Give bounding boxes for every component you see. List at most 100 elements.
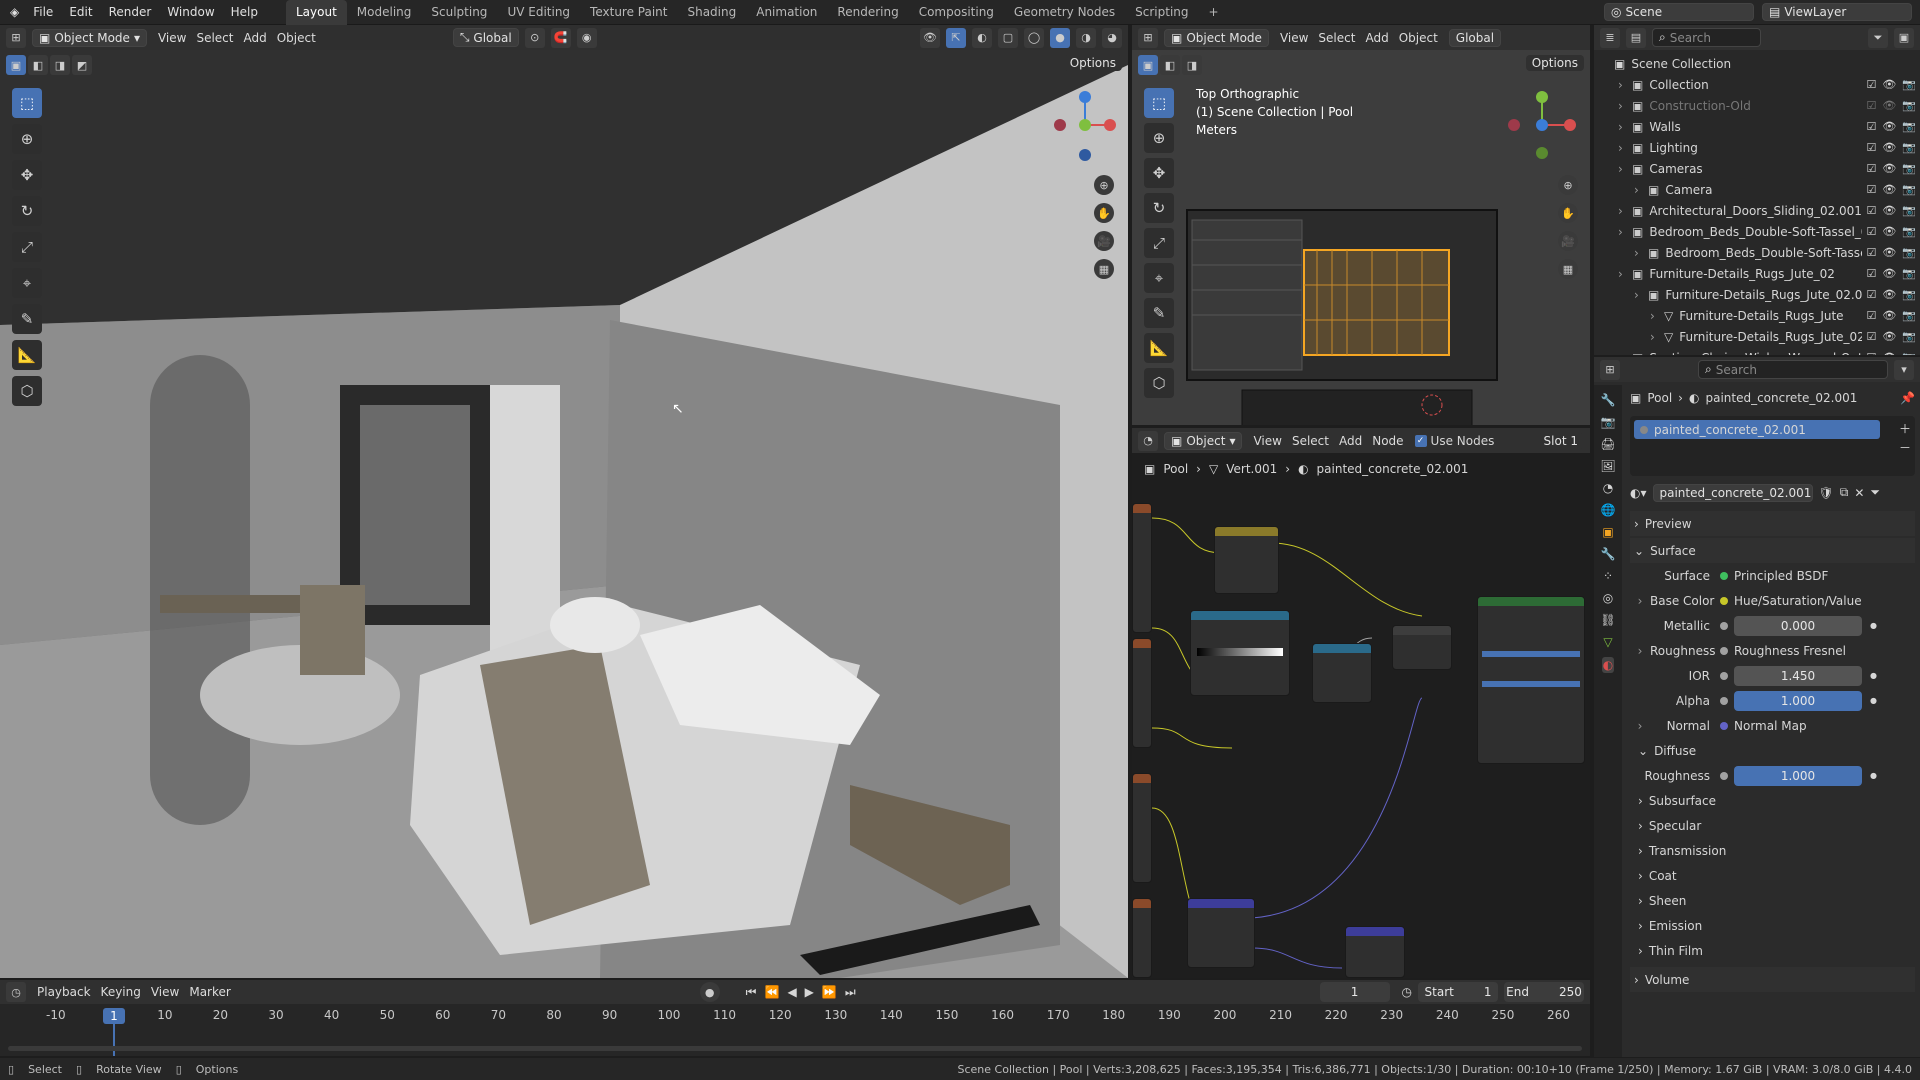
outliner-item[interactable]: › ▣ Collection ☑ 👁 📷 xyxy=(1594,74,1920,95)
move-tool-icon[interactable]: ✥ xyxy=(12,160,42,190)
rotate-tool-icon[interactable]: ↻ xyxy=(12,196,42,226)
gizmo-icon[interactable]: ⇱ xyxy=(946,27,966,48)
section-transmission[interactable]: › Transmission xyxy=(1630,838,1915,863)
image-texture-node[interactable] xyxy=(1132,638,1152,748)
socket-icon[interactable] xyxy=(1720,571,1728,580)
chevron-right-icon[interactable]: › xyxy=(1618,78,1632,92)
section-sheen[interactable]: › Sheen xyxy=(1630,888,1915,913)
chevron-right-icon[interactable]: › xyxy=(1618,120,1632,134)
remove-slot-icon[interactable]: － xyxy=(1899,439,1911,456)
tab-uv-editing[interactable]: UV Editing xyxy=(497,0,580,25)
chevron-right-icon[interactable]: › xyxy=(1630,644,1650,658)
normal-map-node[interactable] xyxy=(1187,898,1255,968)
output-tab-icon[interactable]: 🖨 xyxy=(1600,437,1615,451)
viewport-top-menu-add[interactable]: Add xyxy=(1360,31,1393,45)
close-icon[interactable]: ✕ xyxy=(1854,486,1864,500)
scene-tab-icon[interactable]: ◔ xyxy=(1603,481,1613,495)
scale-tool-icon[interactable]: ⤢ xyxy=(12,232,42,262)
outliner-item[interactable]: › ▣ Camera ☑ 👁 📷 xyxy=(1594,179,1920,200)
prop-link-normal[interactable]: Normal Map xyxy=(1734,719,1807,733)
camera-icon[interactable]: 📷 xyxy=(1902,99,1916,112)
blender-logo-icon[interactable]: ◈ xyxy=(0,0,25,25)
camera-icon[interactable]: 📷 xyxy=(1902,225,1916,238)
outliner-editor-icon[interactable]: ≣ xyxy=(1600,27,1620,48)
add-workspace-button[interactable]: + xyxy=(1199,0,1229,25)
checkbox-icon[interactable]: ☑ xyxy=(1866,183,1876,196)
menu-help[interactable]: Help xyxy=(223,0,266,25)
camera-view-icon[interactable]: 🎥 xyxy=(1558,231,1578,251)
duplicate-icon[interactable]: ⧉ xyxy=(1840,485,1849,500)
color-ramp-node[interactable] xyxy=(1190,610,1290,696)
data-tab-icon[interactable]: ▽ xyxy=(1603,635,1612,649)
move-tool-icon[interactable]: ✥ xyxy=(1144,158,1174,188)
camera-icon[interactable]: 📷 xyxy=(1902,267,1916,280)
ortho-grid-icon[interactable]: ▦ xyxy=(1094,259,1114,279)
timeline-editor[interactable]: ◷ Playback Keying View Marker ● ⏮ ⏪ ◀ ▶ ⏩ ⏭… xyxy=(0,980,1590,1056)
render-tab-icon[interactable]: 📷 xyxy=(1601,415,1616,429)
pin-icon[interactable]: 📌 xyxy=(1900,391,1915,405)
select-subtract-icon[interactable]: ◨ xyxy=(50,55,70,75)
new-collection-icon[interactable]: ▣ xyxy=(1894,27,1914,48)
end-frame-field[interactable]: End 250 xyxy=(1504,982,1584,1002)
checkbox-icon[interactable]: ☑ xyxy=(1866,141,1876,154)
section-coat[interactable]: › Coat xyxy=(1630,863,1915,888)
jump-keyframe-forward-icon[interactable]: ⏩ xyxy=(822,985,837,1000)
image-texture-node[interactable] xyxy=(1132,503,1152,633)
particles-tab-icon[interactable]: ⁘ xyxy=(1603,569,1613,583)
timeline-scrollbar[interactable] xyxy=(8,1046,1582,1051)
tab-compositing[interactable]: Compositing xyxy=(909,0,1004,25)
material-slot-item[interactable]: painted_concrete_02.001 xyxy=(1634,420,1880,439)
outliner-item[interactable]: › ▣ Architectural_Doors_Sliding_02.001 ☑ 👁 📷 xyxy=(1594,200,1920,221)
timeline-menu-playback[interactable]: Playback xyxy=(32,985,96,999)
outliner-item[interactable]: › ▣ Bedroom_Beds_Double-Soft-Tassel_01 ☑ 👁 📷 xyxy=(1594,221,1920,242)
preview-section[interactable]: › Preview xyxy=(1630,511,1915,536)
overlay-icon[interactable]: ◐ xyxy=(972,27,992,48)
surface-section[interactable]: ⌄ Surface xyxy=(1630,538,1915,563)
top-ortho-viewport[interactable]: ⊞ ▣ Object Mode View Select Add Object Globa… xyxy=(1132,25,1590,425)
image-texture-node[interactable] xyxy=(1132,773,1152,883)
viewport-top-menu-select[interactable]: Select xyxy=(1313,31,1360,45)
outliner-item[interactable]: › ▣ Cameras ☑ 👁 📷 xyxy=(1594,158,1920,179)
chevron-right-icon[interactable]: › xyxy=(1650,309,1664,323)
filter-icon[interactable]: ⏷ xyxy=(1868,27,1888,48)
outliner-item[interactable]: › ▽ Furniture-Details_Rugs_Jute_02. ☑ 👁 📷 xyxy=(1594,326,1920,347)
play-reverse-icon[interactable]: ◀ xyxy=(787,985,796,1000)
eye-icon[interactable]: 👁 xyxy=(1882,204,1896,217)
tab-shading[interactable]: Shading xyxy=(677,0,746,25)
top-options-dropdown[interactable]: Options xyxy=(1525,55,1584,71)
checkbox-icon[interactable]: ☑ xyxy=(1866,267,1876,280)
section-emission[interactable]: › Emission xyxy=(1630,913,1915,938)
checkbox-icon[interactable]: ☑ xyxy=(1866,351,1876,355)
xray-icon[interactable]: ▢ xyxy=(998,27,1018,48)
chevron-right-icon[interactable]: › xyxy=(1618,267,1632,281)
solid-shading-icon[interactable]: ● xyxy=(1050,27,1070,48)
checkbox-icon[interactable]: ☑ xyxy=(1866,120,1876,133)
chevron-right-icon[interactable]: › xyxy=(1618,141,1632,155)
proportional-edit-icon[interactable]: ◉ xyxy=(576,27,597,48)
annotate-tool-icon[interactable]: ✎ xyxy=(1144,298,1174,328)
viewport-main-menu-view[interactable]: View xyxy=(153,31,191,45)
zoom-icon[interactable]: ⊕ xyxy=(1094,175,1114,195)
chevron-right-icon[interactable]: › xyxy=(1650,330,1664,344)
prop-field-alpha[interactable]: 1.000 xyxy=(1734,690,1862,711)
outliner-item[interactable]: ›▣ Seating_Chairs_Wicker-Weaved-Outdo☑ 👁 📷 xyxy=(1594,347,1920,355)
editor-type-icon[interactable]: ⊞ xyxy=(1138,27,1158,48)
checkbox-icon[interactable]: ☑ xyxy=(1866,330,1876,343)
menu-file[interactable]: File xyxy=(25,0,61,25)
checkbox-icon[interactable]: ☑ xyxy=(1866,309,1876,322)
pan-hand-icon[interactable]: ✋ xyxy=(1094,203,1114,223)
outliner-item[interactable]: › ▣ Furniture-Details_Rugs_Jute_02.001 ☑ 👁 📷 xyxy=(1594,284,1920,305)
timeline-ruler[interactable]: -10 10 20 30 40 50 60 70 80 90 100 110 120 130 140 150 1… xyxy=(0,1008,1590,1028)
timeline-menu-keying[interactable]: Keying xyxy=(96,985,146,999)
eye-icon[interactable]: 👁 xyxy=(1882,120,1896,133)
menu-window[interactable]: Window xyxy=(159,0,222,25)
chevron-right-icon[interactable]: › xyxy=(1618,351,1632,356)
annotate-tool-icon[interactable]: ✎ xyxy=(12,304,42,334)
modifier-tab-icon[interactable]: 🔧 xyxy=(1601,547,1616,561)
playhead[interactable]: 1 xyxy=(103,1008,125,1024)
eye-icon[interactable]: 👁 xyxy=(1882,288,1896,301)
prop-field-ior[interactable]: 1.450 xyxy=(1734,665,1862,686)
timeline-menu-view[interactable]: View xyxy=(146,985,184,999)
chevron-right-icon[interactable]: › xyxy=(1634,183,1648,197)
mode-selector[interactable]: ▣ Object Mode ▾ xyxy=(32,28,147,47)
